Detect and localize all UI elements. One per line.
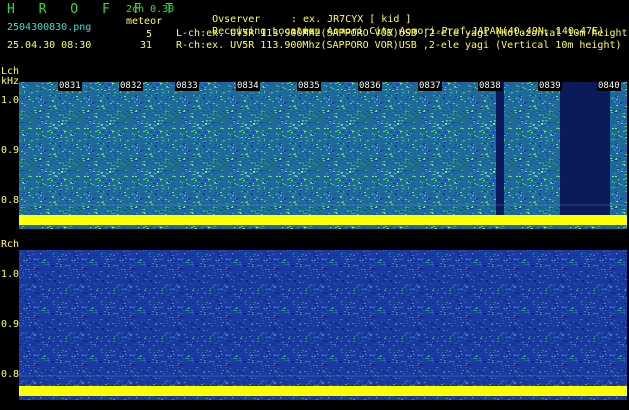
time-mark-0839: 0839 <box>538 81 562 91</box>
time-mark-0835: 0835 <box>297 81 321 91</box>
time-mark-0834: 0834 <box>236 81 260 91</box>
time-mark-0840: 0840 <box>597 81 621 91</box>
time-mark-0831: 0831 <box>58 81 82 91</box>
lch-tick-1-0: 1.0 <box>1 95 20 106</box>
datetime-label: 25.04.30 08:30 <box>7 40 92 51</box>
lch-receiver-info: L-ch:ex. UV5R 113.900Mhz(SAPPORO VOR)USB… <box>176 28 629 39</box>
time-mark-0833: 0833 <box>175 81 199 91</box>
lch-tick-0-8: 0.8 <box>1 195 20 206</box>
frequency-unit-label: kHz <box>1 76 20 87</box>
rch-tick-0-8: 0.8 <box>1 369 20 380</box>
rch-spectrogram <box>19 250 627 400</box>
meteor-count-lch: 5 <box>145 29 152 40</box>
station-info: Ovserver: ex. JR7CYX [ kid ] Receiving L… <box>176 5 629 65</box>
time-mark-0836: 0836 <box>358 81 382 91</box>
rch-receiver-info: R-ch:ex. UV5R 113.900Mhz(SAPPORO VOR)USB… <box>176 40 622 51</box>
time-mark-0838: 0838 <box>478 81 502 91</box>
meteor-count-rch: 31 <box>139 40 152 51</box>
lch-spectrogram <box>19 82 627 229</box>
mode-label: 2ch 0.30 <box>126 4 175 15</box>
spectrogram-window: H R O F F T 2ch 0.30 2504300830.png mete… <box>0 0 629 410</box>
time-mark-0832: 0832 <box>119 81 143 91</box>
rch-tick-1-0: 1.0 <box>1 269 20 280</box>
meteor-label: meteor <box>126 16 163 27</box>
rch-channel-label: Rch <box>1 239 20 250</box>
lch-tick-0-9: 0.9 <box>1 145 20 156</box>
time-mark-0837: 0837 <box>418 81 442 91</box>
rch-tick-0-9: 0.9 <box>1 319 20 330</box>
filename-label: 2504300830.png <box>7 22 92 33</box>
